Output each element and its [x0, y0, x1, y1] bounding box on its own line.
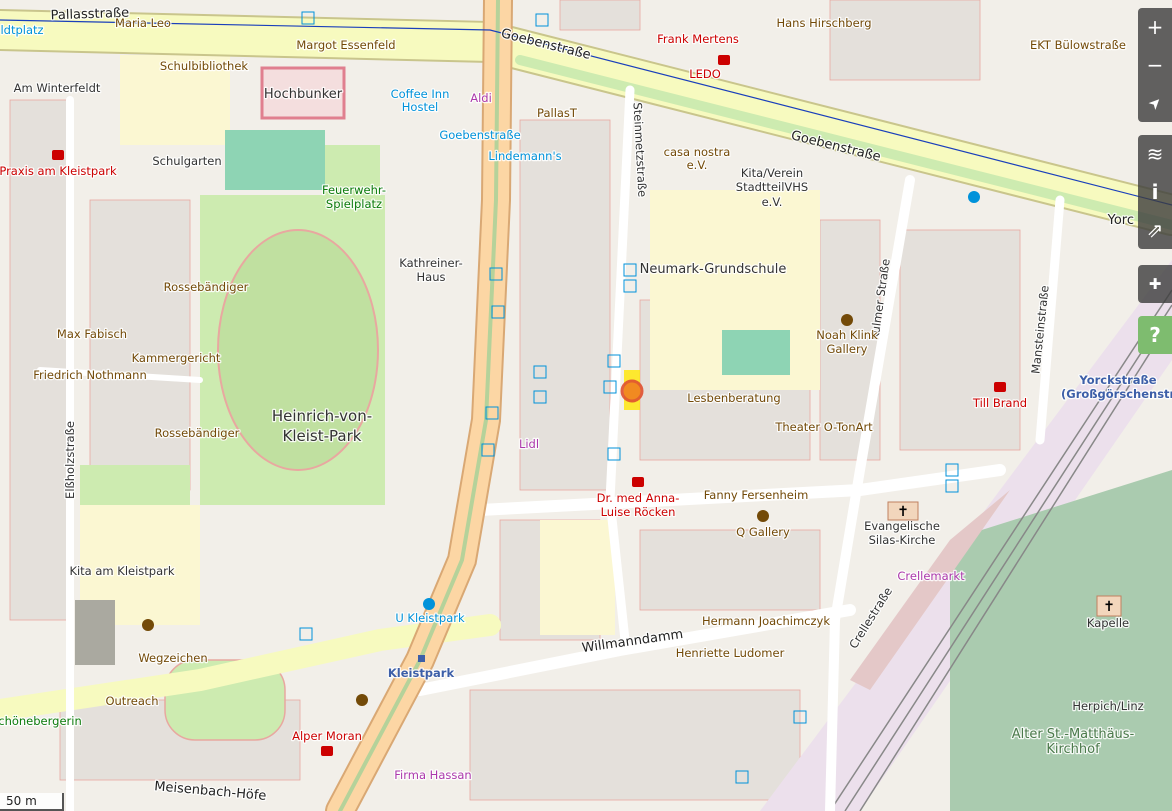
poi-label: Q Gallery	[736, 525, 790, 539]
poi-label: Max Fabisch	[57, 327, 127, 341]
poi-label: Henriette Ludomer	[676, 646, 785, 660]
poi-label: Lidl	[519, 437, 539, 451]
poi-label: Goebenstraße	[439, 128, 520, 142]
art-gallery-icon	[356, 694, 368, 706]
poi-label: e.V.	[762, 195, 783, 209]
layers-button[interactable]: ≋	[1138, 135, 1172, 173]
bus-stop-icon	[968, 191, 980, 203]
art-gallery-icon	[841, 314, 853, 326]
place-label: Am Winterfeldt	[14, 81, 101, 95]
poi-label: Aldi	[470, 91, 492, 105]
street-label: Yorc	[1107, 213, 1134, 228]
poi-label: Kammergericht	[132, 351, 221, 365]
poi-label: Spielplatz	[326, 197, 382, 211]
poi-label: Herpich/Linz	[1072, 699, 1143, 713]
park-strip	[80, 465, 190, 505]
poi-label: Evangelische	[864, 519, 940, 533]
poi-label: Outreach	[105, 694, 158, 708]
poi-label: casa nostra	[664, 145, 731, 159]
poi-label: e.V.	[687, 158, 708, 172]
poi-label: Margot Essenfeld	[296, 38, 395, 52]
poi-label: chönebergerin	[0, 714, 82, 728]
sports-pitch	[225, 130, 325, 190]
cemetery-label: Alter St.-Matthäus-	[1012, 727, 1135, 742]
poi-label: Schulbibliothek	[160, 59, 248, 73]
poi-label: Kapelle	[1087, 616, 1129, 630]
school-grounds-2	[540, 520, 615, 635]
map-nav-controls: + − ➤	[1138, 8, 1172, 122]
poi-label: Rossebändiger	[155, 426, 240, 440]
query-features-button[interactable]: ?	[1138, 316, 1172, 354]
query-control: ?	[1138, 316, 1172, 354]
poi-label: Lesbenberatung	[687, 391, 780, 405]
poi-label: Noah Klink	[816, 328, 878, 342]
doctor-icon	[994, 382, 1006, 392]
subway-icon	[423, 598, 435, 610]
art-gallery-icon	[757, 510, 769, 522]
poi-label: Friedrich Nothmann	[33, 368, 147, 382]
park-label: Kleist-Park	[283, 427, 362, 445]
poi-label: Hostel	[402, 100, 438, 114]
school-pitch	[722, 330, 790, 375]
park-label: Heinrich-von-	[272, 407, 372, 425]
info-button[interactable]: i	[1138, 173, 1172, 211]
scale-bar: 50 m	[0, 793, 64, 811]
station-label: U Kleistpark	[395, 611, 465, 625]
place-label: ldtplatz	[0, 23, 43, 37]
street-label: Elßholzstraße	[63, 421, 77, 499]
poi-label: Rossebändiger	[164, 280, 249, 294]
doctor-icon	[718, 55, 730, 65]
poi-label: Haus	[417, 270, 446, 284]
poi-label: Theater O-TonArt	[774, 420, 873, 434]
cemetery-label: Kirchhof	[1046, 742, 1100, 757]
poi-label: LEDO	[689, 67, 721, 81]
poi-label: Praxis am Kleistpark	[0, 164, 117, 178]
location-marker[interactable]	[620, 379, 644, 403]
poi-label: Kathreiner-	[399, 256, 462, 270]
poi-label: Dr. med Anna-	[597, 491, 680, 505]
poi-label: Coffee Inn	[391, 87, 450, 101]
poi-label: Maria Leo	[115, 16, 171, 30]
station-label: Yorckstraße	[1078, 373, 1156, 387]
note-control: ✚	[1138, 265, 1172, 303]
map-canvas[interactable]: Pallasstraße Goebenstraße Goebenstraße S…	[0, 0, 1172, 811]
poi-label: Hermann Joachimczyk	[702, 614, 830, 628]
poi-label: Neumark-Grundschule	[640, 262, 787, 277]
poi-label: Firma Hassan	[394, 768, 471, 782]
map-panel-controls: ≋ i ⇗	[1138, 135, 1172, 249]
poi-label: Alper Moran	[292, 729, 362, 743]
poi-label: Feuerwehr-	[322, 183, 386, 197]
poi-label: Kita/Verein	[741, 166, 803, 180]
doctor-icon	[321, 746, 333, 756]
station-label: Kleistpark	[388, 666, 455, 680]
cross-icon: ✝	[1103, 599, 1115, 615]
art-gallery-icon	[142, 619, 154, 631]
poi-label: Kita am Kleistpark	[69, 564, 174, 578]
poi-label: Luise Röcken	[601, 505, 676, 519]
share-button[interactable]: ⇗	[1138, 211, 1172, 249]
poi-label: Gallery	[827, 342, 868, 356]
doctor-icon	[52, 150, 64, 160]
poi-label: Lindemann's	[488, 149, 561, 163]
add-note-button[interactable]: ✚	[1138, 265, 1172, 303]
poi-label: Crellemarkt	[897, 569, 965, 583]
zoom-in-button[interactable]: +	[1138, 8, 1172, 46]
doctor-icon	[632, 477, 644, 487]
station-label: (Großgörschenstra	[1061, 387, 1172, 401]
poi-label: Hans Hirschberg	[776, 16, 871, 30]
poi-label: StadtteilVHS	[736, 180, 808, 194]
poi-label: Frank Mertens	[657, 32, 739, 46]
poi-label: Silas-Kirche	[869, 533, 936, 547]
station-icon	[418, 655, 425, 662]
cross-icon: ✝	[897, 504, 909, 520]
poi-label: Schulgarten	[152, 154, 221, 168]
poi-label: Fanny Fersenheim	[704, 488, 809, 502]
poi-label: Till Brand	[972, 396, 1027, 410]
parking	[75, 600, 115, 665]
poi-label: Hochbunker	[264, 87, 343, 102]
poi-label: Wegzeichen	[138, 651, 207, 665]
poi-label: EKT Bülowstraße	[1030, 38, 1126, 52]
poi-label: PallasT	[537, 106, 578, 120]
